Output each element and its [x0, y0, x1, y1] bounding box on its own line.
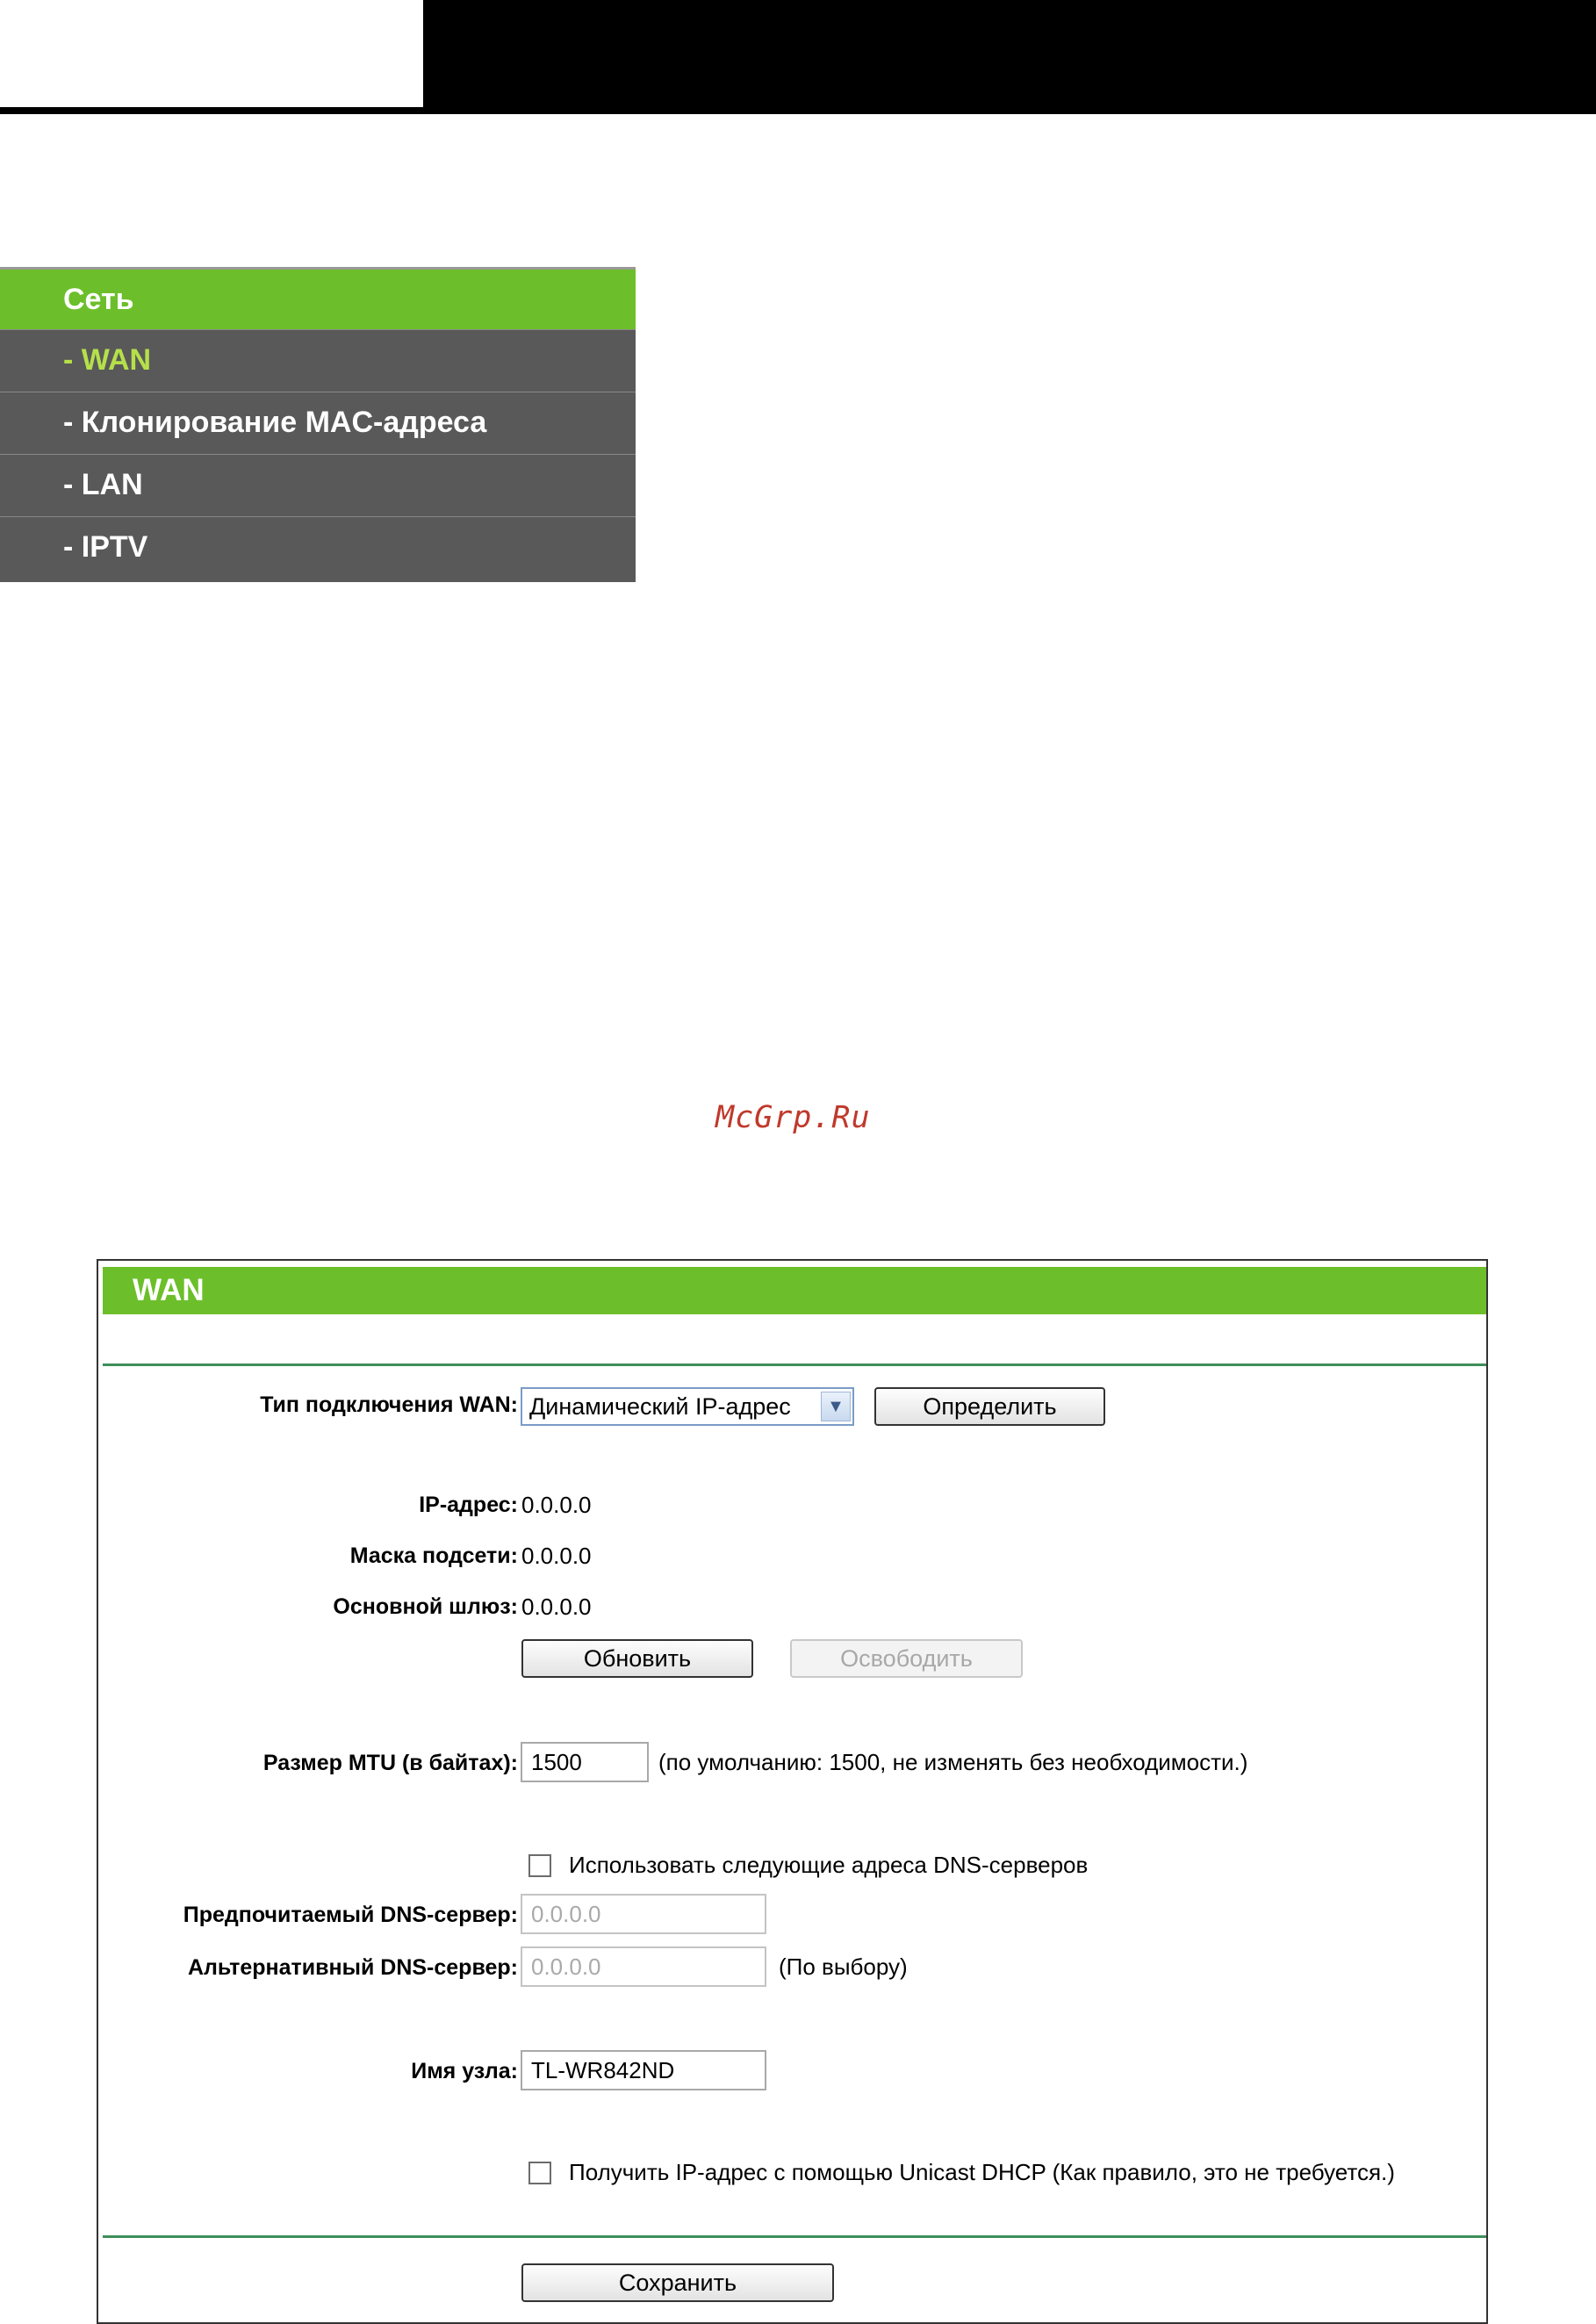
mtu-label: Размер MTU (в байтах):: [262, 1751, 518, 1775]
mask-label: Маска подсети:: [349, 1543, 518, 1568]
gateway-label: Основной шлюз:: [333, 1594, 518, 1619]
wan-panel: WAN Тип подключения WAN: Динамический IP…: [97, 1259, 1488, 2324]
ip-label: IP-адрес:: [419, 1493, 518, 1517]
hostname-label: Имя узла:: [411, 2059, 518, 2083]
mask-value: 0.0.0.0: [521, 1543, 592, 1569]
mtu-input[interactable]: 1500: [521, 1742, 649, 1782]
unicast-dhcp-label: Получить IP-адрес с помощью Unicast DHCP…: [569, 2159, 1395, 2185]
use-dns-label: Использовать следующие адреса DNS-сервер…: [569, 1852, 1089, 1878]
release-button[interactable]: Освободить: [790, 1639, 1023, 1678]
detect-button[interactable]: Определить: [874, 1387, 1105, 1426]
divider-top: [103, 1363, 1486, 1366]
sidebar-menu: Сеть - WAN - Клонирование MAC-адреса - L…: [0, 267, 636, 596]
sidebar-item-lan[interactable]: - LAN: [0, 454, 636, 516]
watermark: McGrp.Ru: [715, 1100, 871, 1135]
secondary-dns-hint: (По выбору): [779, 1953, 908, 1980]
sidebar-item-mac-clone[interactable]: - Клонирование MAC-адреса: [0, 392, 636, 454]
connection-type-select[interactable]: Динамический IP-адрес ▼: [521, 1387, 854, 1426]
unicast-dhcp-checkbox[interactable]: [528, 2162, 551, 2184]
sidebar-item-wan[interactable]: - WAN: [0, 329, 636, 392]
use-dns-checkbox[interactable]: [528, 1854, 551, 1877]
connection-type-label: Тип подключения WAN:: [260, 1392, 518, 1417]
hostname-input[interactable]: TL-WR842ND: [521, 2050, 766, 2090]
save-button[interactable]: Сохранить: [521, 2263, 834, 2302]
header-logo-area: [0, 0, 423, 107]
sidebar-item-iptv[interactable]: - IPTV: [0, 516, 636, 582]
connection-type-value: Динамический IP-адрес: [529, 1393, 791, 1420]
sidebar-item-network[interactable]: Сеть: [0, 267, 636, 329]
chevron-down-icon[interactable]: ▼: [821, 1392, 851, 1421]
secondary-dns-input[interactable]: 0.0.0.0: [521, 1946, 766, 1987]
panel-title: WAN: [103, 1267, 1486, 1314]
ip-value: 0.0.0.0: [521, 1492, 592, 1518]
gateway-value: 0.0.0.0: [521, 1594, 592, 1620]
primary-dns-label: Предпочитаемый DNS-сервер:: [183, 1903, 518, 1927]
secondary-dns-label: Альтернативный DNS-сервер:: [187, 1955, 518, 1980]
renew-button[interactable]: Обновить: [521, 1639, 753, 1678]
primary-dns-input[interactable]: 0.0.0.0: [521, 1894, 766, 1934]
mtu-hint: (по умолчанию: 1500, не изменять без нео…: [658, 1749, 1248, 1775]
divider-bottom: [103, 2235, 1486, 2238]
